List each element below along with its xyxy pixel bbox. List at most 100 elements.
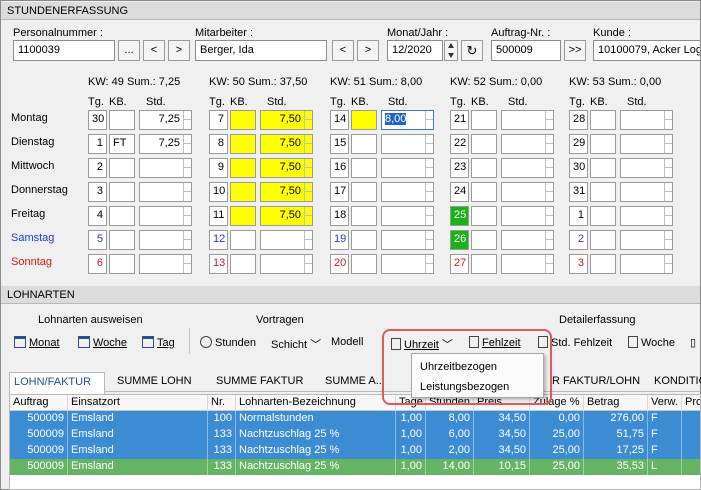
std-spinner[interactable] bbox=[545, 255, 553, 273]
kb-input[interactable] bbox=[351, 134, 377, 154]
tab-lohn-faktur[interactable]: LOHN/FAKTUR bbox=[9, 372, 105, 394]
refresh-button[interactable]: ↻ bbox=[461, 40, 483, 61]
std-spinner[interactable] bbox=[545, 159, 553, 177]
std-input[interactable] bbox=[620, 158, 673, 178]
kb-input[interactable] bbox=[109, 182, 135, 202]
kb-input[interactable] bbox=[471, 254, 497, 274]
std-input[interactable] bbox=[381, 158, 434, 178]
col-header-einsatzort[interactable]: Einsatzort bbox=[68, 395, 208, 411]
std-spinner[interactable] bbox=[425, 207, 433, 225]
std-input[interactable] bbox=[620, 254, 673, 274]
kb-input[interactable] bbox=[590, 182, 616, 202]
kb-input[interactable] bbox=[109, 254, 135, 274]
monat-button[interactable]: Monat bbox=[14, 336, 60, 349]
std-input[interactable] bbox=[139, 254, 192, 274]
mitarbeiter-input[interactable]: Berger, Ida bbox=[195, 40, 327, 61]
mitarbeiter-next-button[interactable]: > bbox=[357, 40, 379, 61]
std-spinner[interactable] bbox=[425, 231, 433, 249]
kb-input[interactable] bbox=[109, 110, 135, 130]
col-header-betrag[interactable]: Betrag bbox=[584, 395, 648, 411]
std-spinner[interactable] bbox=[304, 207, 312, 225]
std-input[interactable] bbox=[620, 110, 673, 130]
std-input[interactable] bbox=[381, 254, 434, 274]
std-spinner[interactable] bbox=[545, 183, 553, 201]
tag-button[interactable]: Tag bbox=[142, 336, 175, 349]
std-input[interactable] bbox=[620, 182, 673, 202]
col-header-pro[interactable]: Pro bbox=[682, 395, 700, 411]
kb-input[interactable] bbox=[230, 254, 256, 274]
kb-input[interactable] bbox=[351, 110, 377, 130]
personal-input[interactable]: 1100039 bbox=[13, 40, 115, 61]
std-input[interactable] bbox=[381, 206, 434, 226]
kb-input[interactable] bbox=[471, 206, 497, 226]
kb-input[interactable] bbox=[351, 182, 377, 202]
std-input[interactable] bbox=[381, 182, 434, 202]
std-input[interactable] bbox=[381, 230, 434, 250]
std-spinner[interactable] bbox=[425, 135, 433, 153]
kb-input[interactable] bbox=[590, 134, 616, 154]
std-spinner[interactable] bbox=[304, 231, 312, 249]
std-input[interactable] bbox=[139, 158, 192, 178]
std-input[interactable] bbox=[501, 134, 554, 154]
std-spinner[interactable] bbox=[664, 183, 672, 201]
kb-input[interactable] bbox=[471, 230, 497, 250]
stunden-button[interactable]: Stunden bbox=[200, 336, 256, 349]
auftrag-input[interactable]: 500009 bbox=[491, 40, 561, 61]
std-input[interactable] bbox=[501, 182, 554, 202]
std-spinner[interactable] bbox=[545, 135, 553, 153]
tab-konditionen[interactable]: KONDITIO bbox=[650, 372, 701, 392]
std-input[interactable] bbox=[381, 134, 434, 154]
std-spinner[interactable] bbox=[664, 255, 672, 273]
kb-input[interactable] bbox=[109, 206, 135, 226]
kb-input[interactable] bbox=[590, 206, 616, 226]
std-spinner[interactable] bbox=[664, 159, 672, 177]
kb-input[interactable] bbox=[471, 182, 497, 202]
std-input[interactable]: 7,50 bbox=[260, 158, 313, 178]
std-input[interactable] bbox=[501, 158, 554, 178]
kb-input[interactable] bbox=[351, 158, 377, 178]
std-input[interactable]: 7,25 bbox=[139, 110, 192, 130]
kb-input[interactable] bbox=[590, 110, 616, 130]
kb-input[interactable] bbox=[230, 182, 256, 202]
std-spinner[interactable] bbox=[425, 255, 433, 273]
std-spinner[interactable] bbox=[545, 207, 553, 225]
table-row[interactable]: 500009 Emsland 133 Nachtzuschlag 25 % 1,00 6,… bbox=[10, 427, 700, 443]
tab-summe-faktur[interactable]: SUMME FAKTUR bbox=[212, 372, 307, 392]
col-header-auftrag[interactable]: Auftrag bbox=[10, 395, 68, 411]
std-spinner[interactable] bbox=[183, 255, 191, 273]
std-input[interactable]: 8,00 bbox=[381, 110, 434, 130]
std-input[interactable] bbox=[501, 230, 554, 250]
std-input[interactable] bbox=[139, 230, 192, 250]
table-row[interactable]: 500009 Emsland 133 Nachtzuschlag 25 % 1,00 2,… bbox=[10, 443, 700, 459]
kb-input[interactable] bbox=[230, 110, 256, 130]
std-spinner[interactable] bbox=[304, 159, 312, 177]
std-input[interactable] bbox=[501, 254, 554, 274]
std-spinner[interactable] bbox=[183, 111, 191, 129]
auftrag-next-button[interactable]: >> bbox=[564, 40, 586, 61]
std-spinner[interactable] bbox=[183, 207, 191, 225]
col-header-bezeichnung[interactable]: Lohnarten-Bezeichnung bbox=[236, 395, 396, 411]
std-spinner[interactable] bbox=[304, 111, 312, 129]
std-input[interactable]: 7,50 bbox=[260, 182, 313, 202]
mitarbeiter-prev-button[interactable]: < bbox=[332, 40, 354, 61]
std-spinner[interactable] bbox=[304, 135, 312, 153]
personal-lookup-button[interactable]: ... bbox=[118, 40, 140, 61]
std-spinner[interactable] bbox=[304, 183, 312, 201]
table-row[interactable]: 500009 Emsland 100 Normalstunden 1,00 8,00 34,… bbox=[10, 411, 700, 427]
col-header-nr[interactable]: Nr. bbox=[208, 395, 236, 411]
std-spinner[interactable] bbox=[183, 159, 191, 177]
tab-faktur-lohn[interactable]: R FAKTUR/LOHN bbox=[548, 372, 644, 392]
kb-input[interactable] bbox=[351, 254, 377, 274]
std-spinner[interactable] bbox=[183, 135, 191, 153]
std-input[interactable]: 7,50 bbox=[260, 110, 313, 130]
std-spinner[interactable] bbox=[664, 231, 672, 249]
std-spinner[interactable] bbox=[545, 111, 553, 129]
schicht-dropdown[interactable]: Schicht ﹀ bbox=[271, 336, 321, 352]
menu-item-leistungsbezogen[interactable]: Leistungsbezogen bbox=[420, 381, 509, 393]
std-input[interactable] bbox=[139, 206, 192, 226]
monat-spinner[interactable] bbox=[444, 40, 458, 61]
kb-input[interactable] bbox=[471, 110, 497, 130]
kb-input[interactable] bbox=[230, 158, 256, 178]
woche-button[interactable]: Woche bbox=[78, 336, 127, 349]
kunde-input[interactable]: 10100079, Acker Log bbox=[593, 40, 701, 61]
